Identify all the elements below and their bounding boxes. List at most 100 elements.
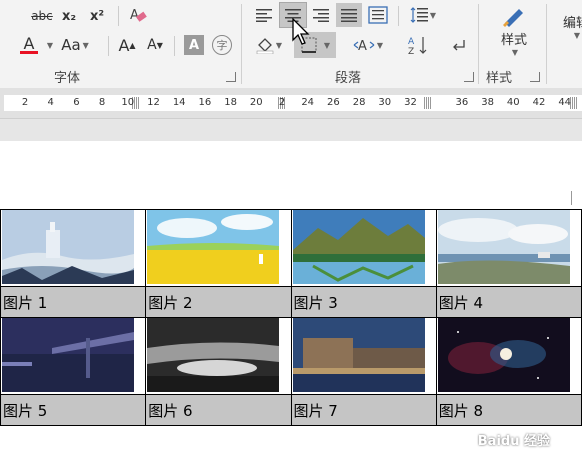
image-cell[interactable] <box>145 209 292 287</box>
mouse-cursor-icon <box>292 18 310 45</box>
watermark: Baidu 经验 <box>477 434 550 449</box>
subscript-button[interactable]: x₂ <box>58 6 80 26</box>
caption-cell[interactable]: 图片 2 <box>145 286 292 318</box>
styles-dialog-launcher[interactable] <box>530 72 540 82</box>
separator <box>398 6 399 26</box>
image-cell[interactable] <box>435 317 582 395</box>
image-cell[interactable] <box>290 209 437 287</box>
svg-text:Z: Z <box>408 47 414 55</box>
image-cell[interactable] <box>0 209 147 287</box>
image-cell[interactable] <box>435 209 582 287</box>
chevron-down-icon: ▼ <box>573 31 581 40</box>
ruler-tick-label: 26 <box>327 97 340 108</box>
ribbon: abc x₂ x² A A ▼ Aa ▼ A ▲ A ▼ A 字 字体 ▼ ▼ … <box>0 0 582 89</box>
ruler-tick-label: 2 <box>278 97 286 108</box>
enclosed-character-button[interactable]: 字 <box>212 35 232 55</box>
ruler-tick-label: 16 <box>198 97 212 108</box>
shrink-font-button[interactable]: A ▼ <box>144 34 166 56</box>
align-right-button[interactable] <box>309 4 333 26</box>
bridge-night-image[interactable] <box>2 318 134 392</box>
align-left-button[interactable] <box>252 4 276 26</box>
table-row <box>0 317 582 395</box>
caption-cell[interactable]: 图片 5 <box>0 394 147 426</box>
ruler-tick-label: 6 <box>73 97 80 108</box>
character-shading-button[interactable]: A <box>184 35 204 55</box>
svg-text:A: A <box>130 8 139 23</box>
ruler-tick-label: 44 <box>558 97 572 108</box>
line-spacing-button[interactable]: ▼ <box>405 4 441 26</box>
styles-group-label: 样式 <box>486 71 513 86</box>
separator <box>118 6 119 26</box>
grow-font-letter: A <box>118 35 130 55</box>
castle-river-image[interactable] <box>292 318 425 392</box>
beach-bw-image[interactable] <box>147 318 280 392</box>
asian-layout-button[interactable]: A ▼ <box>350 34 386 56</box>
horizontal-ruler[interactable]: 2 4 6 8 10 12 14 16 18 20 2 24 26 28 30 32 36 38 40 42 44 <box>0 88 582 119</box>
wheat-field-image[interactable] <box>147 210 280 284</box>
font-color-letter: A <box>23 34 35 53</box>
styles-button[interactable]: 样式 ▼ <box>486 0 542 62</box>
ruler-tick-label: 12 <box>147 97 160 108</box>
ruler-tick-label: 32 <box>404 97 417 108</box>
ruler-tick-label: 18 <box>224 97 237 108</box>
ruler-tick-label: 38 <box>481 97 494 108</box>
show-paragraph-marks-button[interactable] <box>448 34 470 56</box>
ruler-bar <box>4 95 582 111</box>
editing-button-label: 编辑 <box>562 16 582 31</box>
change-case-label: Aa <box>61 36 81 54</box>
coast-sky-image[interactable] <box>437 210 570 284</box>
document-page: 图片 1 图片 2 图片 3 图片 4 图片 5 图片 6 图片 7 图片 8 <box>0 141 582 465</box>
page-gap <box>0 119 582 141</box>
ruler-tick-label: 2 <box>21 97 29 108</box>
sort-button[interactable]: AZ <box>404 33 432 57</box>
justify-button[interactable] <box>336 3 362 27</box>
image-cell[interactable] <box>145 317 292 395</box>
distributed-align-button[interactable] <box>365 3 391 27</box>
svg-text:A: A <box>358 39 367 53</box>
image-cell[interactable] <box>0 317 147 395</box>
page-corner-mark <box>571 191 578 205</box>
shrink-font-letter: A <box>147 37 157 53</box>
table-column-marker[interactable] <box>424 97 431 109</box>
ruler-tick-label: 42 <box>532 97 546 108</box>
ruler-tick-label: 4 <box>47 97 54 108</box>
paragraph-group-label: 段落 <box>335 71 362 86</box>
table-row <box>0 209 582 287</box>
image-table: 图片 1 图片 2 图片 3 图片 4 图片 5 图片 6 图片 7 图片 8 <box>0 209 582 426</box>
svg-text:A: A <box>408 37 415 47</box>
ruler-tick-label: 28 <box>352 97 366 108</box>
font-color-dropdown[interactable]: ▼ <box>44 36 54 54</box>
caption-cell[interactable]: 图片 1 <box>0 286 147 318</box>
strikethrough-button[interactable]: abc <box>30 6 54 26</box>
caption-cell[interactable]: 图片 4 <box>435 286 582 318</box>
font-color-button[interactable]: A <box>14 34 44 56</box>
superscript-button[interactable]: x² <box>86 6 108 26</box>
group-separator <box>478 4 479 84</box>
font-group-label: 字体 <box>54 71 81 86</box>
ruler-tick-label: 40 <box>506 97 520 108</box>
ruler-tick-label: 24 <box>301 97 315 108</box>
font-dialog-launcher[interactable] <box>226 72 236 82</box>
group-separator <box>241 4 242 84</box>
grow-font-button[interactable]: A ▲ <box>116 34 138 56</box>
shading-button[interactable]: ▼ <box>252 34 286 56</box>
castle-snow-image[interactable] <box>2 210 134 284</box>
ruler-tick-label: 30 <box>378 97 392 108</box>
paragraph-dialog-launcher[interactable] <box>464 72 474 82</box>
ruler-tick-label: 20 <box>249 97 263 108</box>
nebula-image[interactable] <box>437 318 570 392</box>
caption-cell[interactable]: 图片 3 <box>290 286 437 318</box>
font-color-bar <box>20 51 38 54</box>
caption-cell[interactable]: 图片 8 <box>435 394 582 426</box>
separator <box>174 36 175 56</box>
change-case-button[interactable]: Aa ▼ <box>58 34 92 56</box>
editing-button[interactable]: 编辑 ▼ <box>556 12 582 52</box>
group-separator <box>546 4 547 84</box>
caption-cell[interactable]: 图片 6 <box>145 394 292 426</box>
ruler-tick-label: 14 <box>172 97 186 108</box>
caption-cell[interactable]: 图片 7 <box>290 394 437 426</box>
mountain-lake-image[interactable] <box>292 210 425 284</box>
ruler-tick-label: 36 <box>455 97 469 108</box>
clear-formatting-icon[interactable]: A <box>126 4 150 26</box>
image-cell[interactable] <box>290 317 437 395</box>
